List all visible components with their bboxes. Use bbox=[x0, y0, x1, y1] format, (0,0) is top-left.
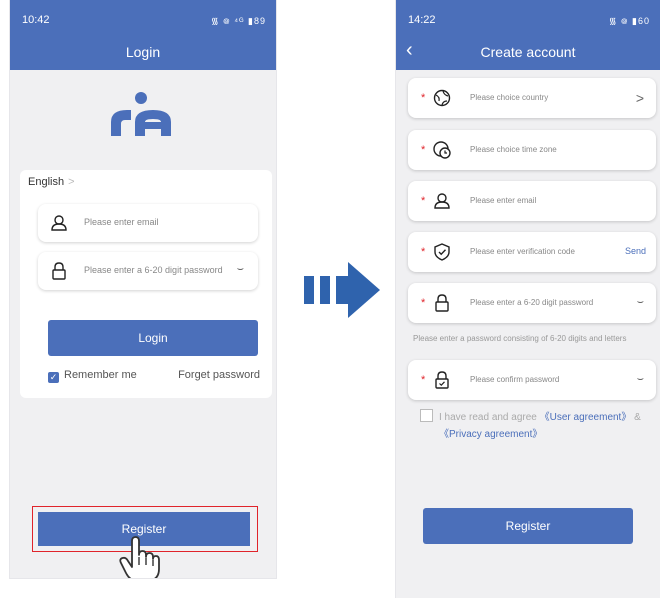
user-icon bbox=[51, 215, 67, 231]
password-placeholder: Please enter a 6-20 digit password bbox=[84, 265, 223, 275]
eye-closed-icon[interactable]: ⌣ bbox=[637, 296, 644, 309]
checkbox-checked-icon[interactable]: ✓ bbox=[48, 372, 59, 383]
lock-icon bbox=[52, 262, 66, 280]
language-selector[interactable]: English > bbox=[28, 176, 75, 188]
status-icons: ᯾ ᪤ ⁴ᴳ ▮89 bbox=[211, 16, 266, 26]
status-bar: 14:22 ᯾ ᪤ ▮60 bbox=[396, 0, 660, 30]
send-code-button[interactable]: Send bbox=[625, 246, 646, 256]
lock-icon bbox=[435, 294, 449, 312]
required-marker: * bbox=[421, 144, 426, 156]
verification-code-field[interactable]: * Please enter verification code Send bbox=[408, 232, 656, 272]
register-button[interactable]: Register bbox=[423, 508, 633, 544]
country-field[interactable]: * Please choice country > bbox=[408, 78, 656, 118]
remember-me-toggle[interactable]: ✓ Remember me bbox=[48, 369, 137, 383]
status-bar: 10:42 ᯾ ᪤ ⁴ᴳ ▮89 bbox=[10, 0, 276, 30]
status-time: 14:22 bbox=[408, 14, 436, 26]
status-icons: ᯾ ᪤ ▮60 bbox=[608, 16, 650, 26]
email-field[interactable]: Please enter email bbox=[38, 204, 258, 242]
verification-code-placeholder: Please enter verification code bbox=[470, 247, 575, 256]
shield-check-icon bbox=[434, 243, 450, 261]
agreement-checkbox[interactable] bbox=[420, 409, 433, 422]
forget-password-link[interactable]: Forget password bbox=[178, 369, 260, 381]
remember-label: Remember me bbox=[64, 369, 137, 381]
confirm-password-field[interactable]: * Please confirm password ⌣ bbox=[408, 360, 656, 400]
password-field[interactable]: Please enter a 6-20 digit password ⌣ bbox=[38, 252, 258, 290]
chevron-right-icon: > bbox=[68, 176, 75, 188]
lock-check-icon bbox=[435, 371, 449, 389]
login-button[interactable]: Login bbox=[48, 320, 258, 356]
email-field[interactable]: * Please enter email bbox=[408, 181, 656, 221]
chevron-right-icon: > bbox=[635, 90, 644, 106]
country-placeholder: Please choice country bbox=[470, 93, 549, 102]
user-icon bbox=[434, 193, 450, 209]
page-title: ‹ Create account bbox=[396, 30, 660, 70]
globe-icon bbox=[433, 89, 451, 107]
required-marker: * bbox=[421, 374, 426, 386]
app-logo bbox=[111, 92, 171, 136]
language-label: English bbox=[28, 176, 65, 188]
ampersand-text: & bbox=[634, 412, 641, 423]
create-account-screen: 14:22 ᯾ ᪤ ▮60 ‹ Create account * Please … bbox=[396, 0, 660, 598]
required-marker: * bbox=[421, 195, 426, 207]
time-zone-placeholder: Please choice time zone bbox=[470, 145, 557, 154]
time-zone-field[interactable]: * Please choice time zone bbox=[408, 130, 656, 170]
confirm-password-placeholder: Please confirm password bbox=[470, 375, 560, 384]
password-field[interactable]: * Please enter a 6-20 digit password ⌣ bbox=[408, 283, 656, 323]
agreement-row: I have read and agree 《User agreement》 &… bbox=[420, 409, 656, 443]
back-arrow-icon[interactable]: ‹ bbox=[406, 30, 413, 70]
required-marker: * bbox=[421, 297, 426, 309]
pointing-hand-icon bbox=[119, 536, 160, 578]
password-placeholder: Please enter a 6-20 digit password bbox=[470, 298, 594, 307]
eye-closed-icon[interactable]: ⌣ bbox=[637, 373, 644, 386]
required-marker: * bbox=[421, 246, 426, 258]
login-card: English > Please enter email Please enter… bbox=[20, 170, 272, 398]
page-title: Login bbox=[10, 30, 276, 70]
user-agreement-link[interactable]: 《User agreement》 bbox=[540, 412, 632, 423]
password-hint: Please enter a password consisting of 6-… bbox=[413, 334, 627, 343]
required-marker: * bbox=[421, 92, 426, 104]
login-screen: 10:42 ᯾ ᪤ ⁴ᴳ ▮89 Login English > Please e… bbox=[10, 0, 276, 578]
transition-arrow-icon bbox=[304, 262, 380, 318]
eye-closed-icon[interactable]: ⌣ bbox=[237, 263, 244, 276]
agree-text: I have read and agree bbox=[439, 412, 537, 423]
status-time: 10:42 bbox=[22, 14, 50, 26]
email-placeholder: Please enter email bbox=[470, 196, 537, 205]
page-title-text: Create account bbox=[480, 44, 576, 60]
privacy-agreement-link[interactable]: 《Privacy agreement》 bbox=[439, 429, 542, 440]
time-zone-icon bbox=[433, 141, 451, 159]
email-placeholder: Please enter email bbox=[84, 217, 159, 227]
